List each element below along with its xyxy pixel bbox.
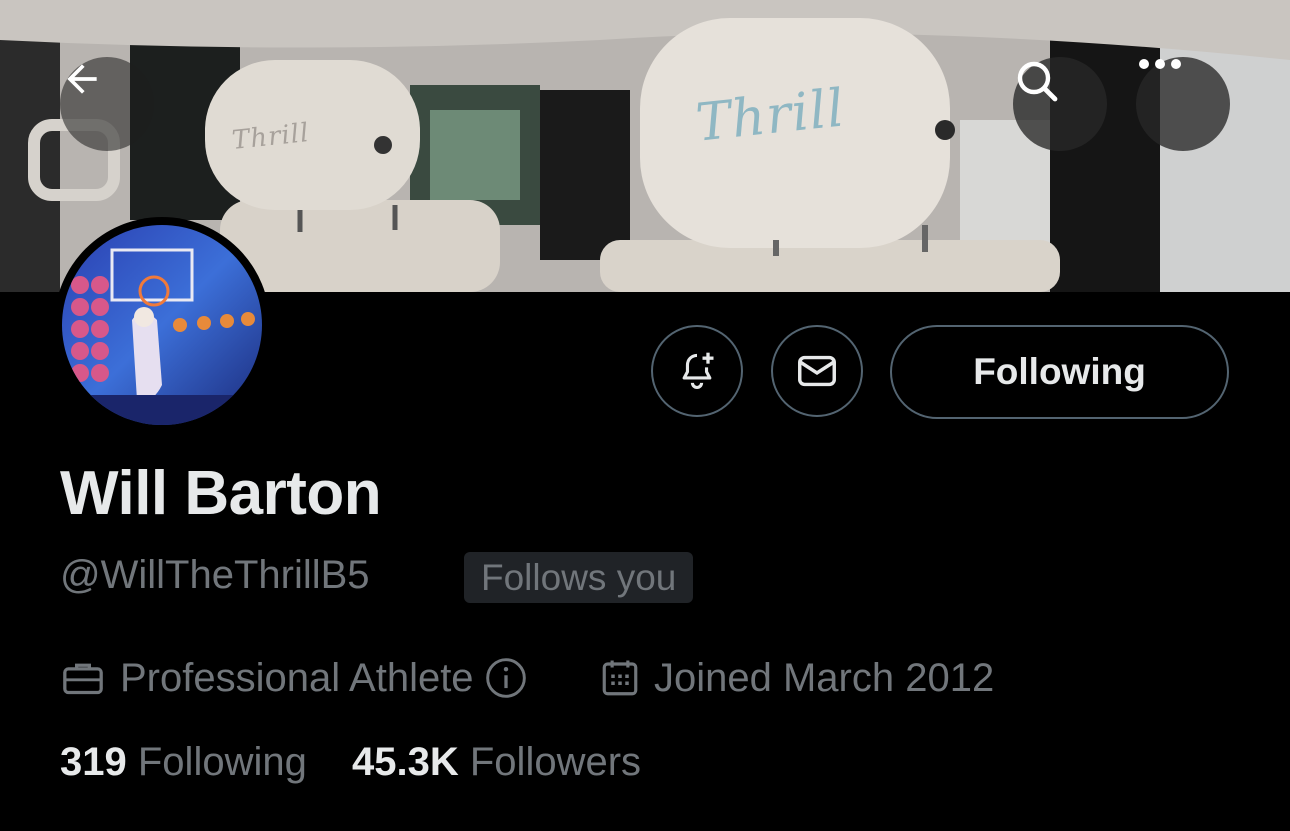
arrow-left-icon [67, 64, 97, 94]
profession-item: Professional Athlete [60, 652, 528, 704]
following-count-label: Following [137, 740, 307, 784]
profession-label: Professional Athlete [120, 655, 474, 700]
more-horizontal-icon [1139, 59, 1181, 69]
back-button[interactable] [60, 57, 154, 151]
avatar[interactable] [54, 217, 270, 433]
notifications-button[interactable] [651, 325, 743, 417]
message-button[interactable] [771, 325, 863, 417]
following-button[interactable]: Following [890, 325, 1229, 419]
followers-count-link[interactable]: 45.3K Followers [352, 740, 641, 785]
joined-date-label: Joined March 2012 [654, 655, 995, 700]
joined-date-item: Joined March 2012 [600, 652, 994, 704]
avatar-basketball-artwork [62, 225, 262, 425]
briefcase-icon [60, 658, 106, 698]
following-count-link[interactable]: 319 Following [60, 740, 307, 785]
search-icon [1017, 61, 1058, 102]
display-name: Will Barton [60, 459, 382, 528]
info-icon[interactable] [484, 656, 528, 700]
more-options-button[interactable] [1136, 57, 1230, 151]
envelope-icon [798, 355, 836, 387]
follows-you-badge: Follows you [464, 552, 694, 603]
user-handle: @WillTheThrillB5 [60, 553, 370, 597]
profile-page: Thrill Thrill Following Will Barton @Wil… [0, 0, 1290, 831]
search-button[interactable] [1013, 57, 1107, 151]
followers-count: 45.3K [352, 740, 459, 784]
followers-count-label: Followers [469, 740, 642, 784]
bell-plus-icon [682, 352, 714, 389]
calendar-icon [600, 657, 640, 699]
following-count: 319 [60, 740, 127, 784]
